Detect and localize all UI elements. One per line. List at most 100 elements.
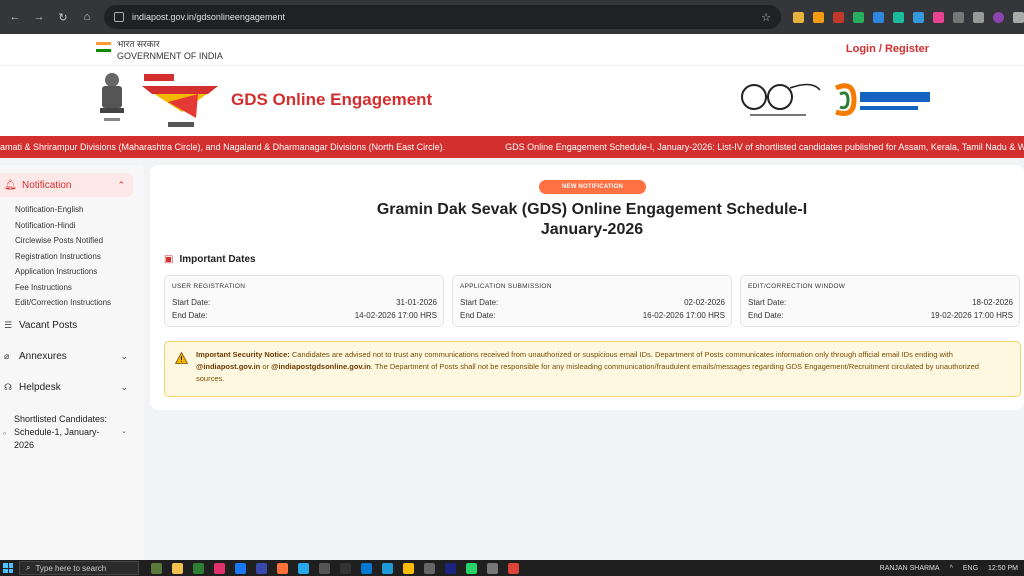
extension-icon[interactable] bbox=[913, 11, 924, 23]
taskbar-clock[interactable]: 12:50 PM bbox=[988, 565, 1018, 572]
sidebar-subitem[interactable]: Edit/Correction Instructions bbox=[15, 298, 111, 307]
firefox-icon[interactable] bbox=[277, 562, 288, 574]
end-date-value: 19-02-2026 17:00 HRS bbox=[930, 311, 1013, 320]
app-icon[interactable] bbox=[193, 562, 204, 574]
windows-start-icon[interactable] bbox=[3, 563, 13, 573]
date-card-title: APPLICATION SUBMISSION bbox=[460, 283, 552, 290]
taskbar-lang[interactable]: ENG bbox=[963, 565, 978, 572]
start-date-value: 18-02-2026 bbox=[972, 298, 1013, 307]
date-card-title: EDIT/CORRECTION WINDOW bbox=[748, 283, 846, 290]
sidebar-item-vacant-posts[interactable]: ☰ Vacant Posts bbox=[4, 320, 132, 331]
india-post-logo bbox=[142, 74, 218, 127]
headset-icon: ☊ bbox=[4, 382, 12, 392]
site-info-icon[interactable] bbox=[114, 12, 124, 22]
taskbar-apps bbox=[151, 562, 519, 574]
start-date-label: Start Date: bbox=[172, 298, 211, 307]
taskbar-search-text: Type here to search bbox=[35, 563, 107, 573]
extension-icon[interactable] bbox=[833, 11, 844, 23]
home-icon[interactable]: ⌂ bbox=[80, 11, 94, 24]
extension-icon[interactable] bbox=[813, 11, 824, 23]
ticker-item[interactable]: GDS Online Engagement Schedule-I, Januar… bbox=[505, 142, 1024, 152]
app-icon[interactable] bbox=[361, 562, 372, 574]
end-date-label: End Date: bbox=[748, 311, 784, 320]
sidebar-subitem[interactable]: Notification-Hindi bbox=[15, 221, 75, 230]
app-icon[interactable] bbox=[487, 562, 498, 574]
security-notice-text: Important Security Notice: Candidates ar… bbox=[196, 349, 1006, 385]
sidebar-item-annexures[interactable]: ⌀ Annexures ⌄ bbox=[4, 351, 132, 362]
sidebar-subitem[interactable]: Notification-English bbox=[15, 205, 83, 214]
chevron-up-icon[interactable]: ⌃ bbox=[117, 180, 125, 191]
main-content-card: NEW NOTIFICATION Gramin Dak Sevak (GDS) … bbox=[150, 165, 1024, 410]
swachh-bharat-logo bbox=[741, 83, 821, 116]
address-bar[interactable]: indiapost.gov.in/gdsonlineengagement ☆ bbox=[104, 5, 781, 29]
sidebar-item-helpdesk[interactable]: ☊ Helpdesk ⌄ bbox=[4, 382, 132, 393]
chevron-down-icon[interactable]: ⌄ bbox=[121, 427, 127, 435]
profile-icon[interactable] bbox=[993, 11, 1004, 23]
notice-body: Candidates are advised not to trust any … bbox=[291, 350, 953, 359]
whatsapp-icon[interactable] bbox=[466, 562, 477, 574]
india-flag-icon bbox=[96, 42, 111, 52]
reload-icon[interactable]: ↻ bbox=[56, 11, 70, 24]
chevron-down-icon[interactable]: ⌄ bbox=[120, 382, 128, 393]
national-emblem-icon bbox=[100, 73, 124, 121]
end-date-row: End Date: 16-02-2026 17:00 HRS bbox=[460, 311, 725, 320]
gov-hindi: भारत सरकार bbox=[117, 39, 160, 49]
extension-icon[interactable] bbox=[873, 11, 884, 23]
chrome-icon[interactable] bbox=[508, 562, 519, 574]
end-date-label: End Date: bbox=[460, 311, 496, 320]
app-icon[interactable] bbox=[340, 562, 351, 574]
app-icon[interactable] bbox=[151, 562, 162, 574]
instagram-icon[interactable] bbox=[214, 562, 225, 574]
bookmark-star-icon[interactable]: ☆ bbox=[761, 11, 771, 24]
browser-toolbar: ← → ↻ ⌂ indiapost.gov.in/gdsonlineengage… bbox=[0, 0, 1024, 34]
taskbar-user[interactable]: RANJAN SHARMA bbox=[880, 565, 940, 572]
sidebar-subitem[interactable]: Circlewise Posts Notified bbox=[15, 236, 103, 245]
app-icon[interactable] bbox=[424, 562, 435, 574]
forward-icon[interactable]: → bbox=[32, 11, 46, 24]
taskbar-search[interactable]: ⌕ Type here to search bbox=[19, 561, 139, 575]
date-card-title: USER REGISTRATION bbox=[172, 283, 246, 290]
start-date-value: 31-01-2026 bbox=[396, 298, 437, 307]
sidebar-item-label: Vacant Posts bbox=[19, 320, 78, 331]
sidebar-subitem[interactable]: Fee Instructions bbox=[15, 283, 72, 292]
login-register-link[interactable]: Login / Register bbox=[846, 43, 929, 55]
facebook-icon[interactable] bbox=[235, 562, 246, 574]
sidebar-item-label: Annexures bbox=[19, 351, 67, 362]
important-dates-label: Important Dates bbox=[179, 254, 256, 265]
sidebar: 🔔︎ Notification ⌃ Notification-English N… bbox=[0, 165, 143, 560]
download-icon[interactable] bbox=[973, 11, 984, 23]
tray-chevron-icon[interactable]: ^ bbox=[950, 565, 953, 572]
menu-icon[interactable] bbox=[1013, 11, 1024, 23]
chrome-icon[interactable] bbox=[403, 562, 414, 574]
telegram-icon[interactable] bbox=[298, 562, 309, 574]
extension-icon[interactable] bbox=[893, 11, 904, 23]
folder-icon[interactable] bbox=[172, 562, 183, 574]
edge-icon[interactable] bbox=[382, 562, 393, 574]
notice-email: @indiapostgdsonline.gov.in bbox=[271, 362, 371, 371]
app-icon[interactable] bbox=[256, 562, 267, 574]
browser-nav: ← → ↻ ⌂ bbox=[0, 11, 94, 24]
sidebar-subitem[interactable]: Application Instructions bbox=[15, 267, 97, 276]
extension-icon[interactable] bbox=[853, 11, 864, 23]
sidebar-item-shortlisted[interactable]: Shortlisted Candidates: Schedule-1, Janu… bbox=[14, 413, 114, 452]
page-header-title: GDS Online Engagement bbox=[231, 90, 433, 109]
app-icon[interactable] bbox=[445, 562, 456, 574]
ticker-item[interactable]: amati & Shrirampur Divisions (Maharashtr… bbox=[0, 142, 445, 152]
extension-icon[interactable] bbox=[933, 11, 944, 23]
end-date-value: 16-02-2026 17:00 HRS bbox=[642, 311, 725, 320]
extension-icon[interactable] bbox=[793, 11, 804, 23]
app-icon[interactable] bbox=[319, 562, 330, 574]
sidebar-item-notification[interactable]: 🔔︎ Notification ⌃ bbox=[0, 173, 133, 197]
gov-label: भारत सरकार GOVERNMENT OF INDIA bbox=[117, 38, 223, 62]
url-text[interactable]: indiapost.gov.in/gdsonlineengagement bbox=[132, 12, 761, 22]
bell-icon: 🔔︎ bbox=[4, 179, 17, 191]
end-date-row: End Date: 14-02-2026 17:00 HRS bbox=[172, 311, 437, 320]
important-dates-heading: ▣ Important Dates bbox=[164, 254, 256, 265]
gov-strip: भारत सरकार GOVERNMENT OF INDIA Login / R… bbox=[0, 34, 1024, 66]
sidebar-subitem[interactable]: Registration Instructions bbox=[15, 252, 101, 261]
paperclip-icon: ⌀ bbox=[4, 351, 10, 361]
back-icon[interactable]: ← bbox=[8, 11, 22, 24]
chevron-down-icon[interactable]: ⌄ bbox=[120, 351, 128, 362]
warning-icon bbox=[175, 352, 188, 364]
puzzle-icon[interactable] bbox=[953, 11, 964, 23]
